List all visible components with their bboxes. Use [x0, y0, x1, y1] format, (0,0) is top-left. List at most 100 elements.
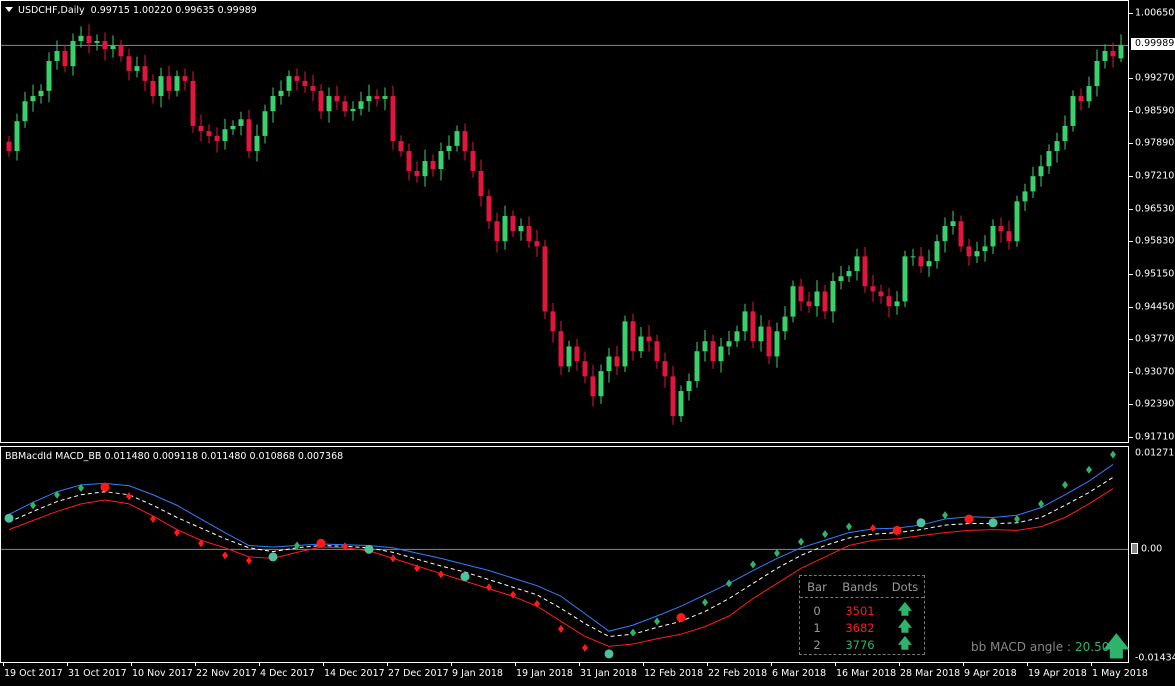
price-axis-label: 0.96530: [1135, 203, 1175, 215]
price-axis-label: 0.95150: [1135, 268, 1175, 280]
candle-body: [1070, 96, 1076, 126]
candle-body: [918, 256, 924, 267]
time-axis-tick: [515, 662, 516, 666]
price-axis-tick: [1129, 404, 1133, 406]
candle-body: [494, 221, 500, 242]
indicator-axis-bottom: -0.014341: [1135, 652, 1175, 664]
candle-body: [846, 271, 852, 277]
candle-body: [366, 96, 372, 102]
candle-body: [134, 66, 140, 71]
dropdown-triangle-icon[interactable]: [5, 7, 13, 12]
time-axis-label: 10 Nov 2017: [132, 668, 193, 679]
price-axis-label: 0.91710: [1135, 431, 1175, 443]
candle-body: [1030, 176, 1036, 192]
candle-body: [766, 326, 772, 357]
arrow-up-icon: 🡅: [897, 635, 913, 652]
price-axis-label: 0.99270: [1135, 72, 1175, 84]
time-axis-tick: [579, 662, 580, 666]
candle-body: [6, 141, 12, 152]
candle-body: [830, 281, 836, 312]
candle-body: [62, 50, 68, 67]
macd-bb-plot: [1, 450, 1128, 659]
candle-body: [126, 56, 132, 71]
candle-body: [758, 326, 764, 342]
header-dots: Dots: [891, 579, 919, 594]
macd-dot: [1086, 465, 1092, 474]
time-axis-tick: [131, 662, 132, 666]
price-axis-label: 0.92390: [1135, 398, 1175, 410]
candle-body: [430, 161, 436, 170]
zero-level-marker: [1131, 543, 1138, 554]
time-axis-tick: [771, 662, 772, 666]
time-axis-label: 4 Dec 2017: [260, 668, 315, 679]
macd-dot: [1014, 515, 1020, 524]
signal-circle: [100, 482, 110, 492]
candle-body: [374, 96, 380, 99]
candle-body: [270, 96, 276, 112]
macd-dot: [126, 492, 132, 501]
candle-body: [454, 131, 460, 146]
candle-body: [526, 226, 532, 242]
time-axis-label: 31 Oct 2017: [68, 668, 127, 679]
price-axis-tick: [1129, 143, 1133, 145]
price-axis-label: 0.95830: [1135, 235, 1175, 247]
price-axis-tick: [1129, 110, 1133, 112]
time-axis-label: 12 Feb 2018: [644, 668, 704, 679]
candle-body: [22, 101, 28, 122]
candle-body: [1094, 60, 1100, 87]
price-axis-label: 0.98590: [1135, 105, 1175, 117]
candle-body: [262, 111, 268, 136]
time-axis-tick: [67, 662, 68, 666]
candle-body: [726, 341, 732, 347]
macd-dot: [750, 560, 756, 569]
bands-value: 3776: [845, 637, 875, 652]
candle-body: [318, 90, 324, 112]
macd-dot: [30, 501, 36, 510]
price-axis-label: 0.93770: [1135, 333, 1175, 345]
header-bands: Bands: [842, 579, 878, 594]
candle-body: [686, 381, 692, 392]
candle-body: [694, 351, 700, 382]
candle-body: [590, 376, 596, 397]
bar-index: 0: [813, 603, 821, 618]
candle-body: [278, 90, 284, 97]
candle-body: [878, 291, 884, 297]
candle-body: [950, 221, 956, 226]
candle-body: [798, 286, 804, 302]
time-axis-label: 14 Dec 2017: [324, 668, 385, 679]
candle-body: [966, 246, 972, 257]
candle-body: [1054, 141, 1060, 152]
candle-body: [1038, 166, 1044, 177]
candle-body: [838, 276, 844, 282]
candle-body: [942, 226, 948, 242]
candle-body: [446, 145, 452, 152]
bands-value: 3501: [845, 603, 875, 618]
signal-info-table: Bar Bands Dots 0 3501 🡅 1 3682 🡅 2 3776 🡅: [799, 575, 925, 655]
candle-body: [486, 196, 492, 222]
candle-body: [606, 356, 612, 372]
macd-dot: [846, 522, 852, 531]
indicator-panel[interactable]: BBMacdId MACD_BB 0.011480 0.009118 0.011…: [0, 446, 1129, 663]
time-axis-label: 27 Dec 2017: [388, 668, 449, 679]
candle-body: [742, 311, 748, 332]
price-axis-label: 0.93070: [1135, 366, 1175, 378]
price-chart-panel[interactable]: USDCHF,Daily 0.99715 1.00220 0.99635 0.9…: [0, 0, 1129, 443]
candle-body: [150, 80, 156, 97]
candle-body: [822, 291, 828, 312]
candle-body: [14, 121, 20, 152]
candle-body: [86, 35, 92, 43]
price-axis-tick: [1129, 437, 1133, 438]
candle-body: [774, 331, 780, 357]
candle-body: [662, 361, 668, 377]
lower-band-line: [8, 488, 1114, 647]
angle-label: bb MACD angle :: [971, 640, 1071, 654]
candle-body: [1062, 125, 1068, 142]
signal-circle: [460, 572, 470, 582]
candle-body: [54, 50, 60, 61]
macd-dot: [486, 583, 492, 592]
macd-dot: [870, 524, 876, 533]
macd-dot: [390, 554, 396, 563]
candle-body: [902, 256, 908, 302]
time-axis-label: 19 Oct 2017: [4, 668, 63, 679]
signal-circle: [268, 552, 278, 562]
